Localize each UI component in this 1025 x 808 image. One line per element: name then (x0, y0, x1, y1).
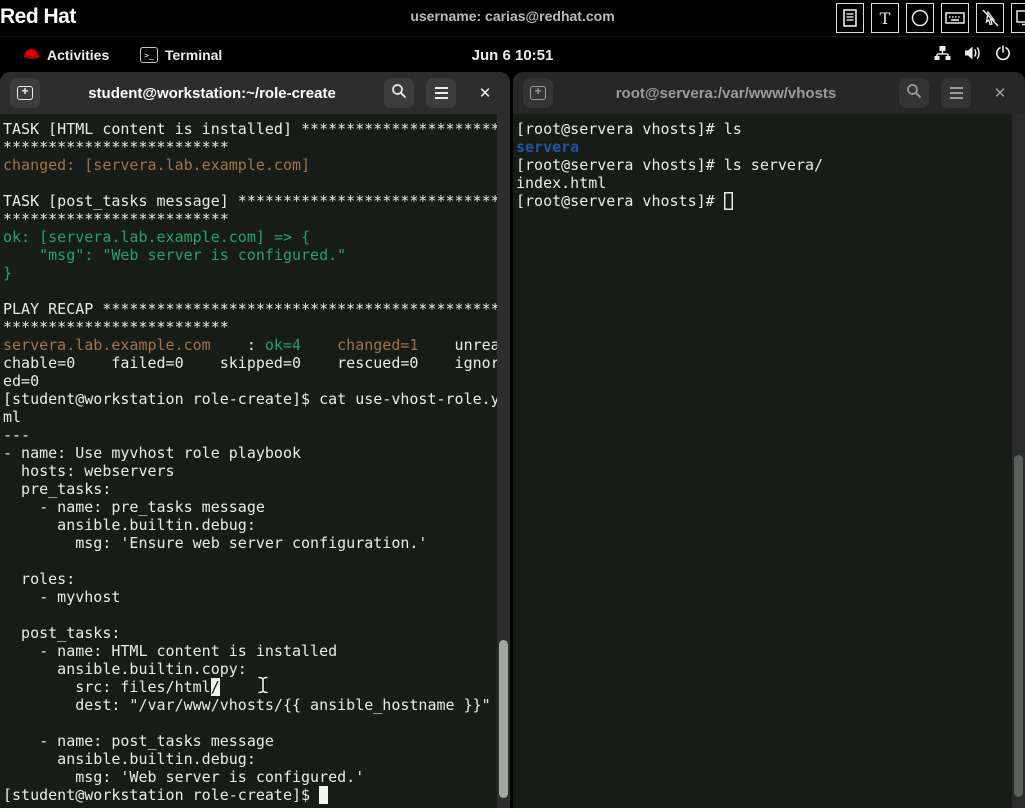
terminal-line: [root@servera vhosts]# ls (516, 120, 742, 138)
terminal-line: ansible.builtin.debug: (3, 516, 256, 534)
menu-button[interactable] (426, 78, 456, 108)
search-button[interactable] (899, 78, 929, 108)
new-tab-icon (530, 84, 546, 100)
terminal-line: ok: [servera.lab.example.com] => { (3, 228, 311, 246)
console-toolbar: T (836, 3, 1025, 34)
terminal-line: - name: pre_tasks message (3, 498, 265, 516)
clock[interactable]: Jun 6 10:51 (0, 37, 1025, 73)
close-button[interactable]: ✕ (985, 78, 1015, 108)
new-tab-button[interactable] (523, 78, 553, 108)
terminal-line: hosts: webservers (3, 462, 175, 480)
right-headerbar: root@servera:/var/www/vhosts ✕ (513, 72, 1025, 114)
terminal-line: --- (3, 426, 31, 444)
hamburger-menu-icon (434, 87, 448, 99)
right-scrollbar-track[interactable] (1012, 114, 1025, 808)
search-icon (906, 83, 922, 104)
circle-icon[interactable] (906, 3, 934, 33)
document-icon[interactable] (836, 3, 864, 33)
terminal-line: [root@servera vhosts]# ls servera/ (516, 156, 824, 174)
terminal-line: TASK [post_tasks message] **************… (3, 192, 500, 210)
terminal-line: PLAY RECAP *****************************… (3, 300, 500, 318)
terminal-line: msg: 'Ensure web server configuration.' (3, 534, 428, 552)
right-terminal-screen[interactable]: [root@servera vhosts]# ls servera [root@se… (513, 114, 1025, 808)
new-tab-button[interactable] (10, 78, 40, 108)
new-tab-icon (17, 84, 33, 100)
terminal-line: pre_tasks: (3, 480, 112, 498)
left-terminal-screen[interactable]: TASK [HTML content is installed] *******… (0, 114, 510, 808)
terminal-line: ansible.builtin.debug: (3, 750, 256, 768)
keyboard-icon[interactable] (941, 3, 969, 33)
search-button[interactable] (384, 78, 414, 108)
network-icon (934, 45, 951, 66)
monitor-icon[interactable] (1011, 3, 1025, 33)
system-status-area[interactable] (934, 37, 1011, 73)
terminal-line: - myvhost (3, 588, 121, 606)
terminal-line: servera (516, 138, 580, 156)
terminal-line: [root@servera vhosts]# (516, 192, 1025, 210)
close-icon: ✕ (993, 85, 1007, 102)
terminal-line: ************************* (3, 318, 229, 336)
power-icon (995, 44, 1011, 66)
terminal-line: ************************* (3, 138, 229, 156)
right-window-title: root@servera:/var/www/vhosts (615, 84, 837, 102)
terminal-line: [student@workstation role-create]$ (3, 786, 510, 804)
terminal-line: changed: [servera.lab.example.com] (3, 156, 311, 174)
terminal-line: - name: Use myvhost role playbook (3, 444, 302, 462)
terminal-window-workstation: student@workstation:~/role-create ✕ TASK… (0, 72, 510, 808)
gnome-top-bar: Activities >_ Terminal Jun 6 10:51 (0, 36, 1025, 72)
left-scrollbar-track[interactable] (497, 114, 510, 808)
pointer-disabled-icon[interactable] (976, 3, 1004, 33)
terminal-line: ed=0 (3, 372, 40, 390)
left-window-title: student@workstation:~/role-create (88, 84, 336, 102)
terminal-line: - name: HTML content is installed (3, 642, 338, 660)
hamburger-menu-icon (949, 87, 963, 99)
terminal-line: - name: post_tasks message (3, 732, 274, 750)
terminal-line: roles: (3, 570, 76, 588)
text-icon[interactable]: T (871, 3, 899, 33)
terminal-line: index.html (516, 174, 607, 192)
terminal-line: "msg": "Web server is configured." (3, 246, 347, 264)
terminal-line: TASK [HTML content is installed] *******… (3, 120, 500, 138)
ibeam-mouse-pointer (257, 676, 269, 699)
terminal-line: } (3, 264, 13, 282)
close-icon: ✕ (478, 85, 492, 102)
terminal-line: ************************* (3, 210, 229, 228)
terminal-line: post_tasks: (3, 624, 121, 642)
terminal-line: ml (3, 408, 22, 426)
search-icon (391, 83, 407, 104)
left-scrollbar-thumb[interactable] (499, 640, 508, 798)
close-button[interactable]: ✕ (470, 78, 500, 108)
right-scrollbar-thumb[interactable] (1014, 455, 1023, 797)
terminal-line: [student@workstation role-create]$ cat u… (3, 390, 500, 408)
menu-button[interactable] (941, 78, 971, 108)
left-headerbar: student@workstation:~/role-create ✕ (0, 72, 510, 114)
terminal-line: chable=0 failed=0 skipped=0 rescued=0 ig… (3, 354, 500, 372)
terminal-window-servera: root@servera:/var/www/vhosts ✕ [root@ser… (513, 72, 1025, 808)
terminal-line: msg: 'Web server is configured.' (3, 768, 365, 786)
terminal-line: servera.lab.example.com : ok=4 changed=1… (3, 336, 500, 354)
volume-icon (964, 45, 982, 66)
console-top-bar: Red Hat username: carias@redhat.com T (0, 0, 1025, 36)
